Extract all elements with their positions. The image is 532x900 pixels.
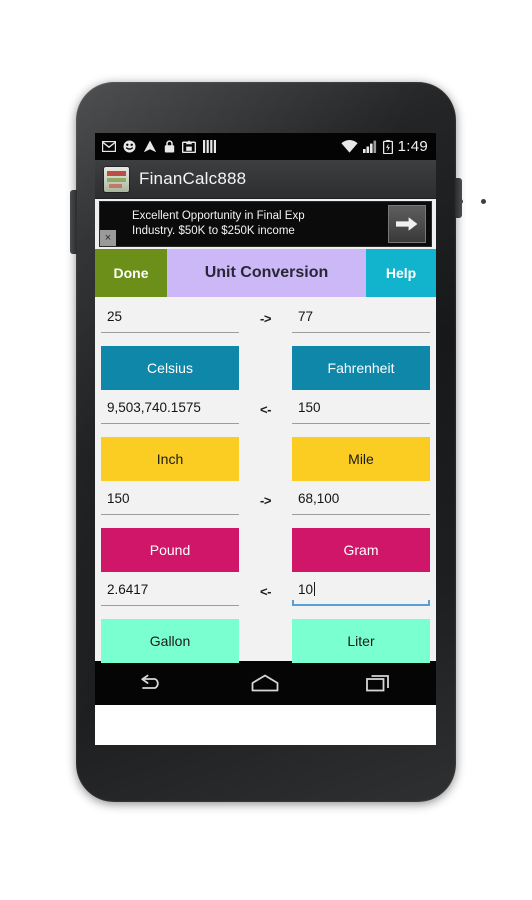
liter-input-value: 10 — [298, 582, 314, 597]
done-button[interactable]: Done — [95, 249, 167, 297]
unit-button-gram[interactable]: Gram — [292, 528, 430, 572]
app-title-bar: FinanCalc888 — [95, 160, 436, 199]
status-bar: 1:49 — [95, 133, 436, 160]
navigation-icon — [143, 140, 157, 153]
conversion-row-volume: 2.6417 <- 10 Gallon Liter — [95, 578, 436, 669]
celsius-input[interactable]: 25 — [101, 305, 239, 333]
phone-screen: 1:49 FinanCalc888 × Excellent Opportunit… — [95, 133, 436, 745]
direction-indicator: <- — [260, 584, 271, 599]
conversion-row-temperature: 25 -> 77 Celsius Fahrenheit — [95, 305, 436, 396]
status-clock: 1:49 — [397, 138, 428, 155]
text-cursor — [314, 582, 316, 596]
fahrenheit-input[interactable]: 77 — [292, 305, 430, 333]
app-logo-icon[interactable] — [104, 166, 129, 192]
pound-input[interactable]: 150 — [101, 487, 239, 515]
wifi-icon — [340, 140, 358, 153]
unit-button-fahrenheit[interactable]: Fahrenheit — [292, 346, 430, 390]
conversion-values: 25 -> 77 — [101, 305, 430, 341]
conversion-row-weight: 150 -> 68,100 Pound Gram — [95, 487, 436, 578]
conversion-values: 2.6417 <- 10 — [101, 578, 430, 614]
ad-banner[interactable]: × Excellent Opportunity in Final Exp Ind… — [95, 199, 436, 249]
inch-input[interactable]: 9,503,740.1575 — [101, 396, 239, 424]
arrow-right-icon — [396, 217, 418, 231]
power-button[interactable] — [455, 178, 462, 218]
lock-icon — [164, 140, 175, 153]
upload-icon — [182, 140, 196, 153]
help-button[interactable]: Help — [366, 249, 436, 297]
conversion-units: Gallon Liter — [101, 619, 430, 663]
conversion-units: Pound Gram — [101, 528, 430, 572]
bars-icon — [203, 140, 216, 153]
mail-icon — [102, 141, 116, 152]
ad-inner[interactable]: × Excellent Opportunity in Final Exp Ind… — [99, 201, 432, 247]
unit-button-pound[interactable]: Pound — [101, 528, 239, 572]
android-navigation-bar — [95, 661, 436, 705]
ad-cta-button[interactable] — [388, 205, 426, 243]
ad-text-line2: Industry. $50K to $250K income — [132, 225, 295, 237]
tab-header: Done Unit Conversion Help — [95, 249, 436, 297]
conversion-list: 25 -> 77 Celsius Fahrenheit 9,503,740.15… — [95, 297, 436, 663]
smiley-icon — [123, 140, 136, 153]
page-title: Unit Conversion — [167, 249, 366, 297]
home-icon[interactable] — [242, 667, 288, 699]
unit-button-inch[interactable]: Inch — [101, 437, 239, 481]
conversion-units: Inch Mile — [101, 437, 430, 481]
proximity-sensor-icon — [458, 199, 486, 204]
unit-button-mile[interactable]: Mile — [292, 437, 430, 481]
conversion-values: 150 -> 68,100 — [101, 487, 430, 523]
battery-charging-icon — [382, 139, 393, 154]
direction-indicator: <- — [260, 402, 271, 417]
ad-text: Excellent Opportunity in Final Exp Indus… — [100, 209, 388, 239]
unit-button-gallon[interactable]: Gallon — [101, 619, 239, 663]
volume-button[interactable] — [70, 190, 77, 254]
app-title: FinanCalc888 — [139, 169, 247, 188]
unit-button-celsius[interactable]: Celsius — [101, 346, 239, 390]
mile-input[interactable]: 150 — [292, 396, 430, 424]
gram-input[interactable]: 68,100 — [292, 487, 430, 515]
status-notification-icons — [102, 140, 216, 153]
back-arrow-icon[interactable] — [129, 667, 175, 699]
unit-button-liter[interactable]: Liter — [292, 619, 430, 663]
direction-indicator: -> — [260, 493, 271, 508]
ad-close-button[interactable]: × — [100, 230, 116, 246]
conversion-values: 9,503,740.1575 <- 150 — [101, 396, 430, 432]
liter-input[interactable]: 10 — [292, 578, 430, 606]
status-system-icons: 1:49 — [340, 138, 428, 155]
recent-apps-icon[interactable] — [356, 667, 402, 699]
conversion-units: Celsius Fahrenheit — [101, 346, 430, 390]
gallon-input[interactable]: 2.6417 — [101, 578, 239, 606]
direction-indicator: -> — [260, 311, 271, 326]
conversion-row-length: 9,503,740.1575 <- 150 Inch Mile — [95, 396, 436, 487]
ad-text-line1: Excellent Opportunity in Final Exp — [132, 210, 305, 222]
cellular-signal-icon — [362, 140, 378, 153]
